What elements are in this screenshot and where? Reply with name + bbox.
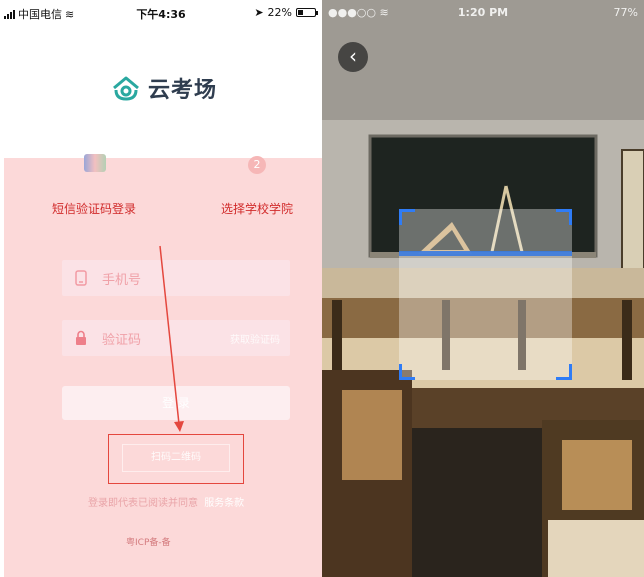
phone-input[interactable]: 手机号	[62, 260, 290, 296]
verification-code-input[interactable]: 验证码 获取验证码	[62, 320, 290, 356]
cloud-camera-logo-icon	[113, 76, 139, 101]
footer-text: 粤ICP备-备	[126, 538, 171, 548]
logo-text: 云考场	[148, 78, 218, 103]
login-button[interactable]: 登 录	[62, 386, 290, 420]
scan-corner-bottom-right	[556, 364, 572, 380]
code-placeholder: 验证码	[102, 332, 142, 348]
login-screen: 中国电信 ≋ 下午4:36 ➤ 22% 云考场 2 短信验证码登录 选择学校学院…	[0, 0, 322, 577]
agreement-label: 登录即代表已阅读并同意	[88, 498, 198, 509]
scanner-screen: ●●●○○ ≋ 1:20 PM 77% ‹	[322, 0, 644, 577]
pink-overlay	[4, 158, 322, 577]
phone-icon	[75, 270, 87, 286]
step-1-indicator	[84, 154, 106, 172]
get-code-button[interactable]: 获取验证码	[230, 331, 280, 346]
app-logo: 云考场	[110, 72, 217, 104]
status-bar: ●●●○○ ≋ 1:20 PM 77%	[322, 0, 644, 26]
step-2-label[interactable]: 选择学校学院	[221, 200, 293, 217]
phone-placeholder: 手机号	[102, 272, 142, 288]
step-2-indicator: 2	[248, 156, 266, 174]
location-icon: ➤	[254, 6, 264, 19]
scan-corner-top-left	[399, 209, 415, 225]
lock-icon	[76, 330, 86, 345]
chevron-left-icon[interactable]: ‹	[338, 42, 368, 72]
step-1-label[interactable]: 短信验证码登录	[52, 200, 136, 217]
scan-corner-bottom-left	[399, 364, 415, 380]
status-bar: 中国电信 ≋ 下午4:36 ➤ 22%	[0, 0, 322, 26]
agreement-text: 登录即代表已阅读并同意 服务条款	[88, 494, 244, 509]
scan-frame	[399, 209, 572, 380]
status-right: ➤ 22%	[254, 6, 318, 19]
battery-percent: 22%	[267, 6, 292, 19]
scan-line	[399, 251, 572, 256]
terms-link[interactable]: 服务条款	[204, 498, 244, 509]
scan-corner-top-right	[556, 209, 572, 225]
battery-icon	[296, 8, 318, 17]
scan-qr-button[interactable]: 扫码二维码	[122, 444, 230, 472]
battery-percent: 77%	[613, 6, 638, 19]
status-time: 1:20 PM	[457, 6, 509, 19]
